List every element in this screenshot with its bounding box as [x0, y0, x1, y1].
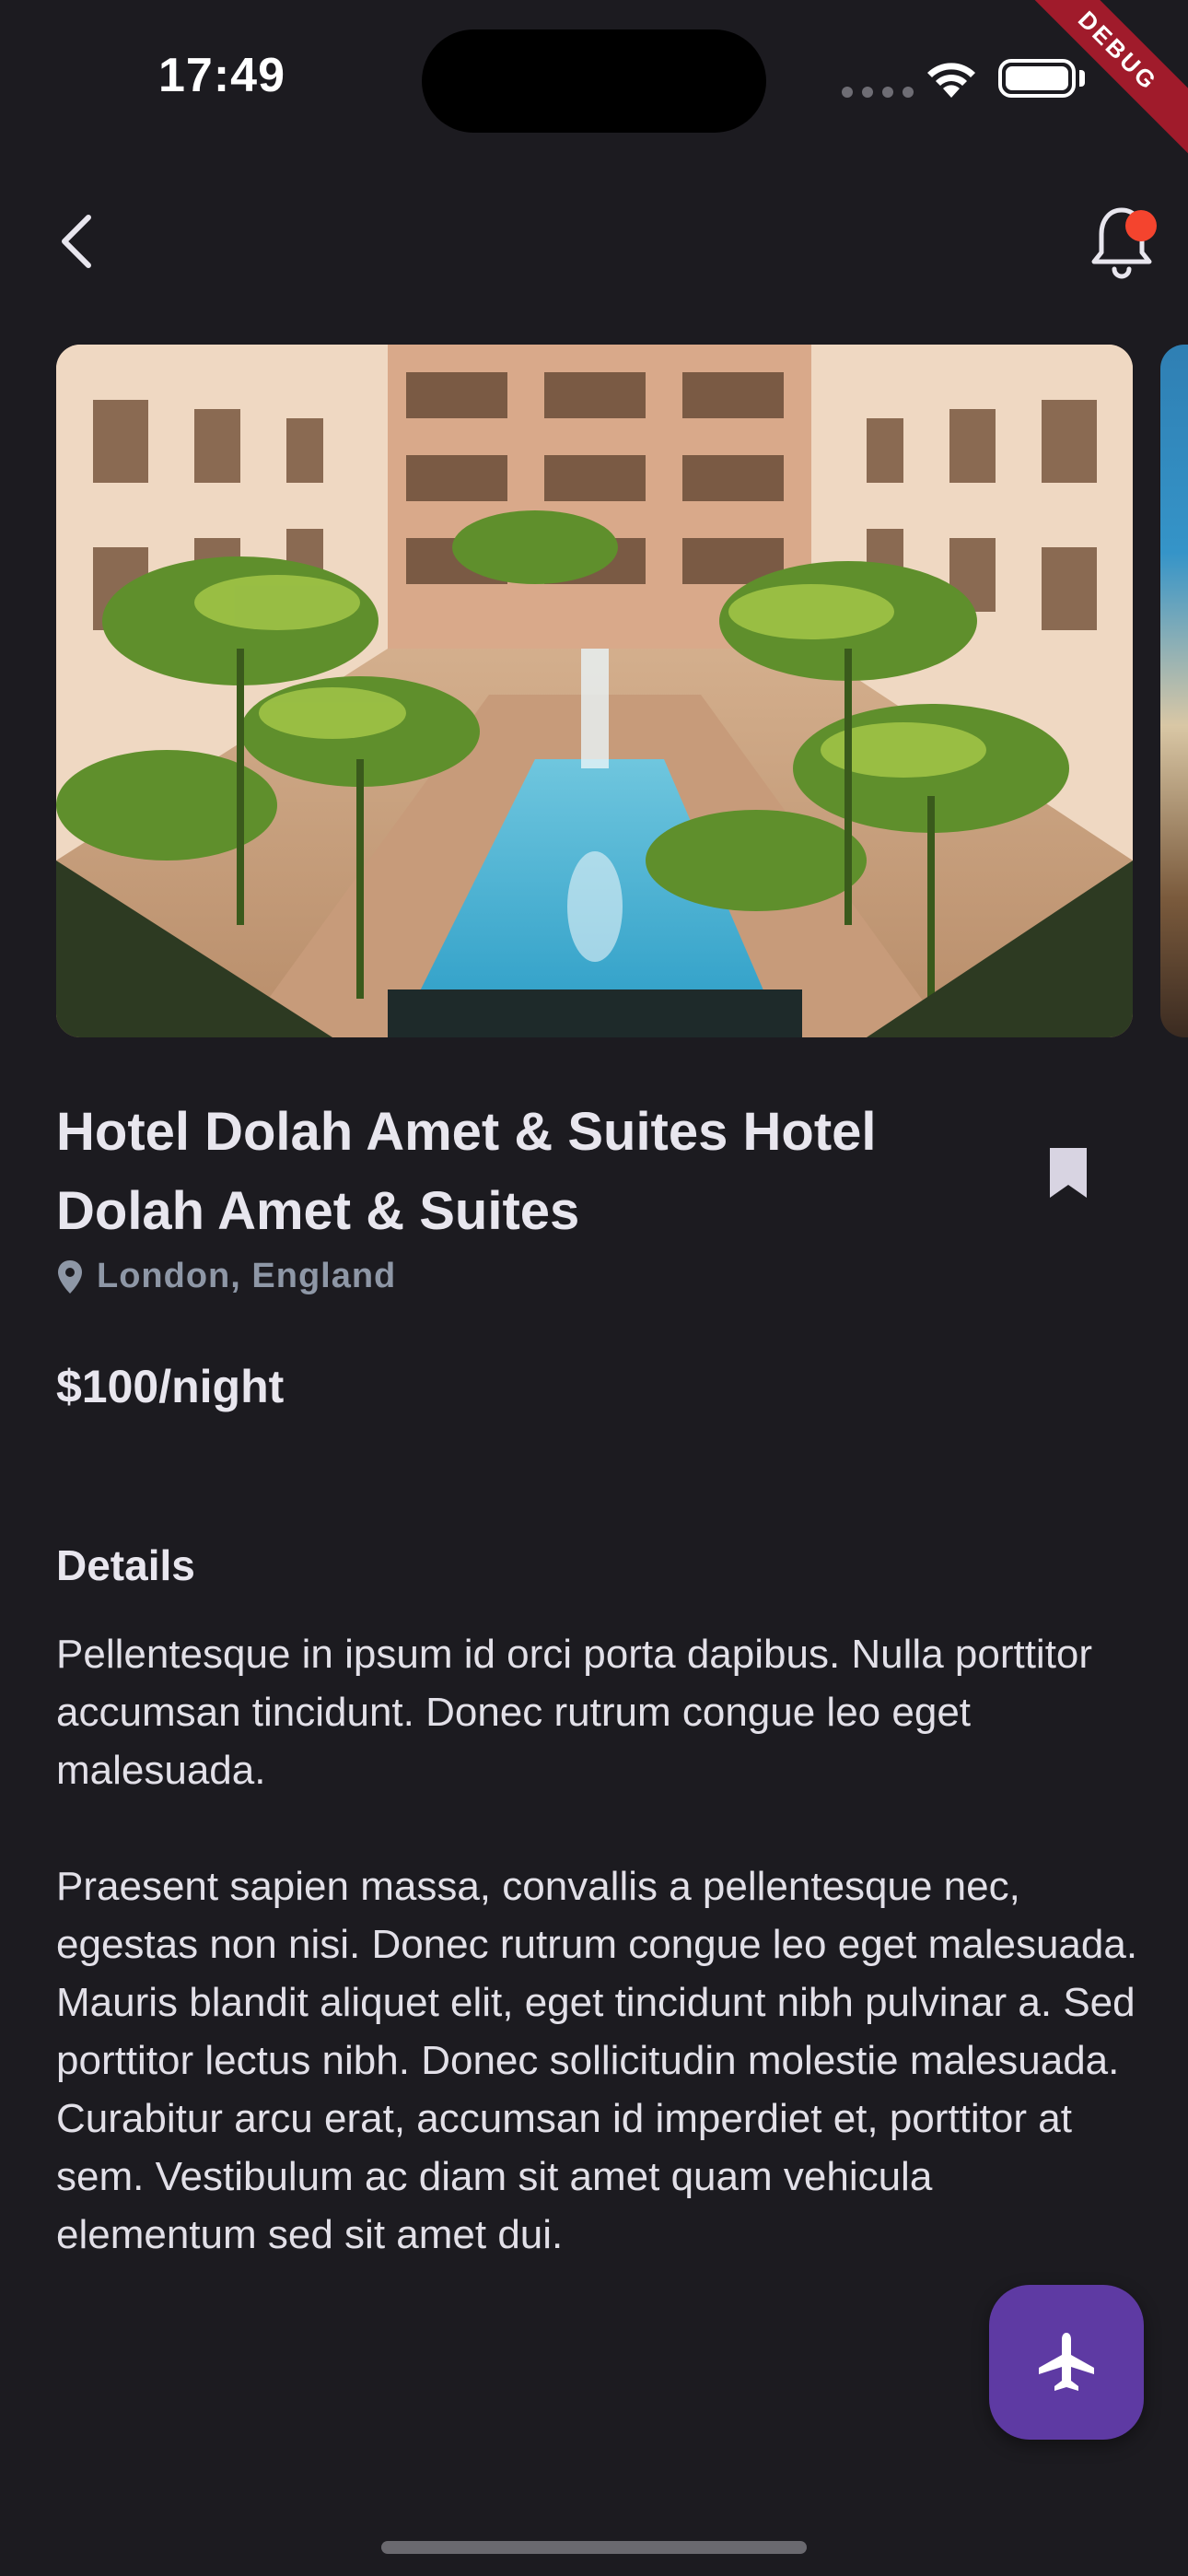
dynamic-island — [422, 29, 766, 133]
hotel-courtyard-pool-photo — [56, 345, 1133, 1037]
bookmark-button[interactable] — [1041, 1142, 1096, 1205]
book-flight-button[interactable] — [989, 2285, 1144, 2440]
cellular-signal-icon — [842, 87, 914, 98]
hotel-image[interactable] — [56, 345, 1133, 1037]
details-heading: Details — [56, 1541, 195, 1589]
details-body: Pellentesque in ipsum id orci porta dapi… — [56, 1632, 1138, 2257]
map-pin-icon — [58, 1259, 82, 1294]
battery-icon — [998, 59, 1076, 98]
chevron-left-icon — [62, 215, 91, 268]
location-text: London, England — [97, 1257, 397, 1295]
next-hotel-image[interactable] — [1160, 345, 1188, 1037]
airplane-icon — [1039, 2333, 1094, 2391]
bookmark-icon — [1050, 1148, 1087, 1198]
wifi-icon — [927, 63, 975, 98]
notifications-button[interactable] — [1087, 201, 1160, 284]
hotel-title: Hotel Dolah Amet & Suites Hotel Dolah Am… — [56, 1102, 877, 1241]
image-carousel[interactable] — [0, 345, 1188, 1037]
back-button[interactable] — [48, 205, 107, 278]
location-row: London, England — [56, 1257, 396, 1296]
home-indicator[interactable] — [381, 2541, 807, 2554]
notification-badge — [1125, 210, 1157, 241]
price-per-night: $100/night — [56, 1361, 285, 1412]
status-time: 17:49 — [158, 49, 285, 102]
